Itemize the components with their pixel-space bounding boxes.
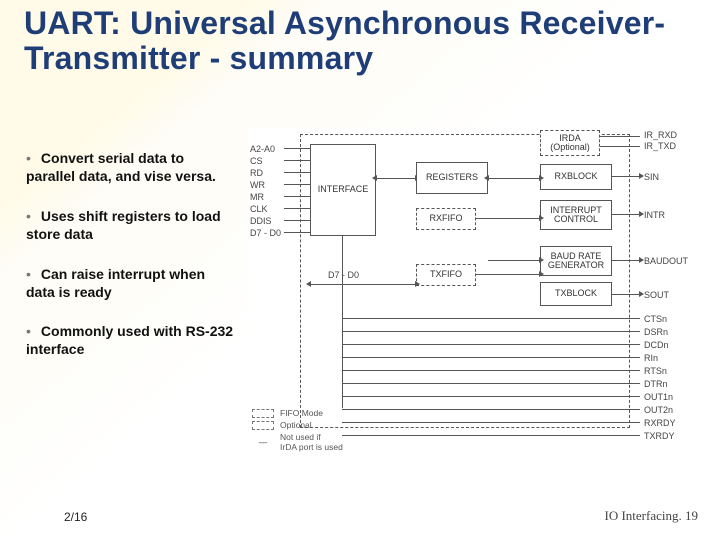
legend-swatch-dashed	[252, 421, 274, 430]
block-interface: INTERFACE	[310, 144, 376, 236]
wire	[342, 331, 640, 332]
bullet-item: Can raise interrupt when data is ready	[26, 266, 236, 302]
wire	[612, 176, 640, 177]
legend: FIFO Mode Optional — Not used if IrDA por…	[252, 406, 343, 452]
wire	[342, 409, 640, 410]
wire	[476, 274, 540, 275]
wire	[342, 383, 640, 384]
pin-label: SIN	[644, 172, 659, 182]
block-txfifo: TXFIFO	[416, 264, 476, 286]
wire	[600, 136, 640, 137]
pin-label: OUT2n	[644, 405, 673, 415]
block-diagram: A2-A0 CS RD WR MR CLK DDIS D7 - D0 INTER…	[248, 128, 698, 458]
wire	[476, 218, 540, 219]
legend-label: Optional	[280, 420, 312, 430]
wire	[284, 160, 310, 161]
wire	[310, 284, 416, 285]
pin-label: OUT1n	[644, 392, 673, 402]
slide-footer: IO Interfacing. 19	[605, 508, 699, 524]
pin-label: INTR	[644, 210, 665, 220]
wire	[284, 232, 310, 233]
wire	[342, 370, 640, 371]
slide: UART: Universal Asynchronous Receiver-Tr…	[0, 0, 720, 540]
wire	[284, 148, 310, 149]
pin-label: CS	[250, 156, 263, 166]
pin-label: MR	[250, 192, 264, 202]
block-irda: IRDA (Optional)	[540, 130, 600, 156]
bullet-item: Uses shift registers to load store data	[26, 208, 236, 244]
pin-label: WR	[250, 180, 265, 190]
wire	[342, 422, 640, 423]
pin-label: D7 - D0	[250, 228, 281, 238]
page-title: UART: Universal Asynchronous Receiver-Tr…	[24, 6, 694, 76]
block-rxblock: RXBLOCK	[540, 164, 612, 190]
pin-label: RIn	[644, 353, 658, 363]
legend-dash-icon: —	[252, 437, 274, 447]
pin-label: TXRDY	[644, 431, 675, 441]
pin-label: CTSn	[644, 314, 667, 324]
pin-label: CLK	[250, 204, 268, 214]
wire	[284, 196, 310, 197]
block-rxfifo: RXFIFO	[416, 208, 476, 230]
wire	[284, 208, 310, 209]
bullet-item: Commonly used with RS-232 interface	[26, 323, 236, 359]
wire	[284, 220, 310, 221]
bullet-item: Convert serial data to parallel data, an…	[26, 150, 236, 186]
pin-label: DSRn	[644, 327, 668, 337]
wire	[342, 318, 640, 319]
wire	[488, 260, 540, 261]
block-baud-rate: BAUD RATE GENERATOR	[540, 246, 612, 276]
pin-label: DDIS	[250, 216, 272, 226]
pin-label: A2-A0	[250, 144, 275, 154]
block-txblock: TXBLOCK	[540, 282, 612, 306]
bus-label: D7 - D0	[328, 270, 359, 280]
pin-label: BAUDOUT	[644, 256, 688, 266]
pin-label: IR_RXD	[644, 130, 677, 140]
wire	[376, 178, 416, 179]
wire	[342, 344, 640, 345]
wire	[342, 435, 640, 436]
wire	[600, 146, 640, 147]
wire	[488, 178, 540, 179]
block-intr-control: INTERRUPT CONTROL	[540, 200, 612, 230]
wire	[612, 294, 640, 295]
pin-label: SOUT	[644, 290, 669, 300]
pin-label: DTRn	[644, 379, 668, 389]
pin-label: RD	[250, 168, 263, 178]
block-registers: REGISTERS	[416, 162, 488, 194]
pin-label: IR_TXD	[644, 141, 676, 151]
wire	[284, 184, 310, 185]
wire	[612, 260, 640, 261]
wire	[342, 396, 640, 397]
legend-label: FIFO Mode	[280, 408, 323, 418]
bullet-list: Convert serial data to parallel data, an…	[26, 150, 236, 381]
pin-label: DCDn	[644, 340, 669, 350]
wire	[284, 172, 310, 173]
pin-label: RXRDY	[644, 418, 676, 428]
pin-label: RTSn	[644, 366, 667, 376]
legend-label: Not used if IrDA port is used	[280, 432, 343, 452]
wire	[612, 214, 640, 215]
slide-date: 2/16	[64, 510, 87, 524]
legend-swatch-dashed	[252, 409, 274, 418]
wire	[342, 357, 640, 358]
